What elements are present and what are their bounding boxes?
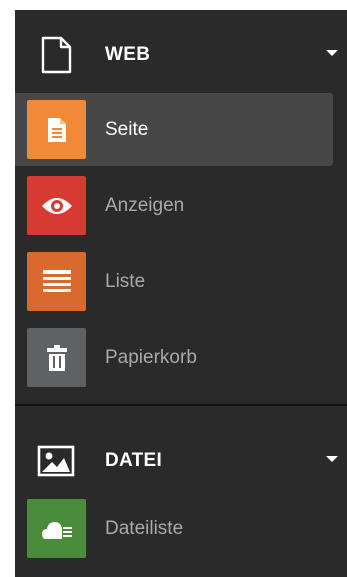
module-sidebar: WEB Seite Anzeigen Liste Papierkorb DATE… [15,10,347,577]
eye-icon [27,176,86,235]
chevron-down-icon[interactable] [326,456,338,462]
chevron-down-icon[interactable] [326,50,338,56]
sidebar-item-liste[interactable]: Liste [15,245,333,318]
list-icon [27,252,86,311]
sidebar-item-label: Papierkorb [105,347,197,368]
section-header-web[interactable]: WEB [15,20,347,90]
section-web: WEB Seite Anzeigen Liste Papierkorb [15,10,347,405]
sidebar-item-label: Dateiliste [105,518,184,539]
sidebar-item-papierkorb[interactable]: Papierkorb [15,321,333,394]
page-icon [27,100,86,159]
image-icon [37,442,75,480]
section-label-datei: DATEI [105,450,163,471]
page-outline-icon [37,36,75,74]
sidebar-item-anzeigen[interactable]: Anzeigen [15,169,333,242]
trash-icon [27,328,86,387]
sidebar-item-label: Anzeigen [105,195,185,216]
sidebar-item-seite[interactable]: Seite [15,93,333,166]
sidebar-item-label: Liste [105,271,146,292]
sidebar-item-dateiliste[interactable]: Dateiliste [15,492,333,565]
sidebar-item-label: Seite [105,119,149,140]
section-header-datei[interactable]: DATEI [15,426,347,496]
section-datei: DATEI Dateiliste [15,406,347,577]
cloud-list-icon [27,499,86,558]
section-label-web: WEB [105,44,151,65]
